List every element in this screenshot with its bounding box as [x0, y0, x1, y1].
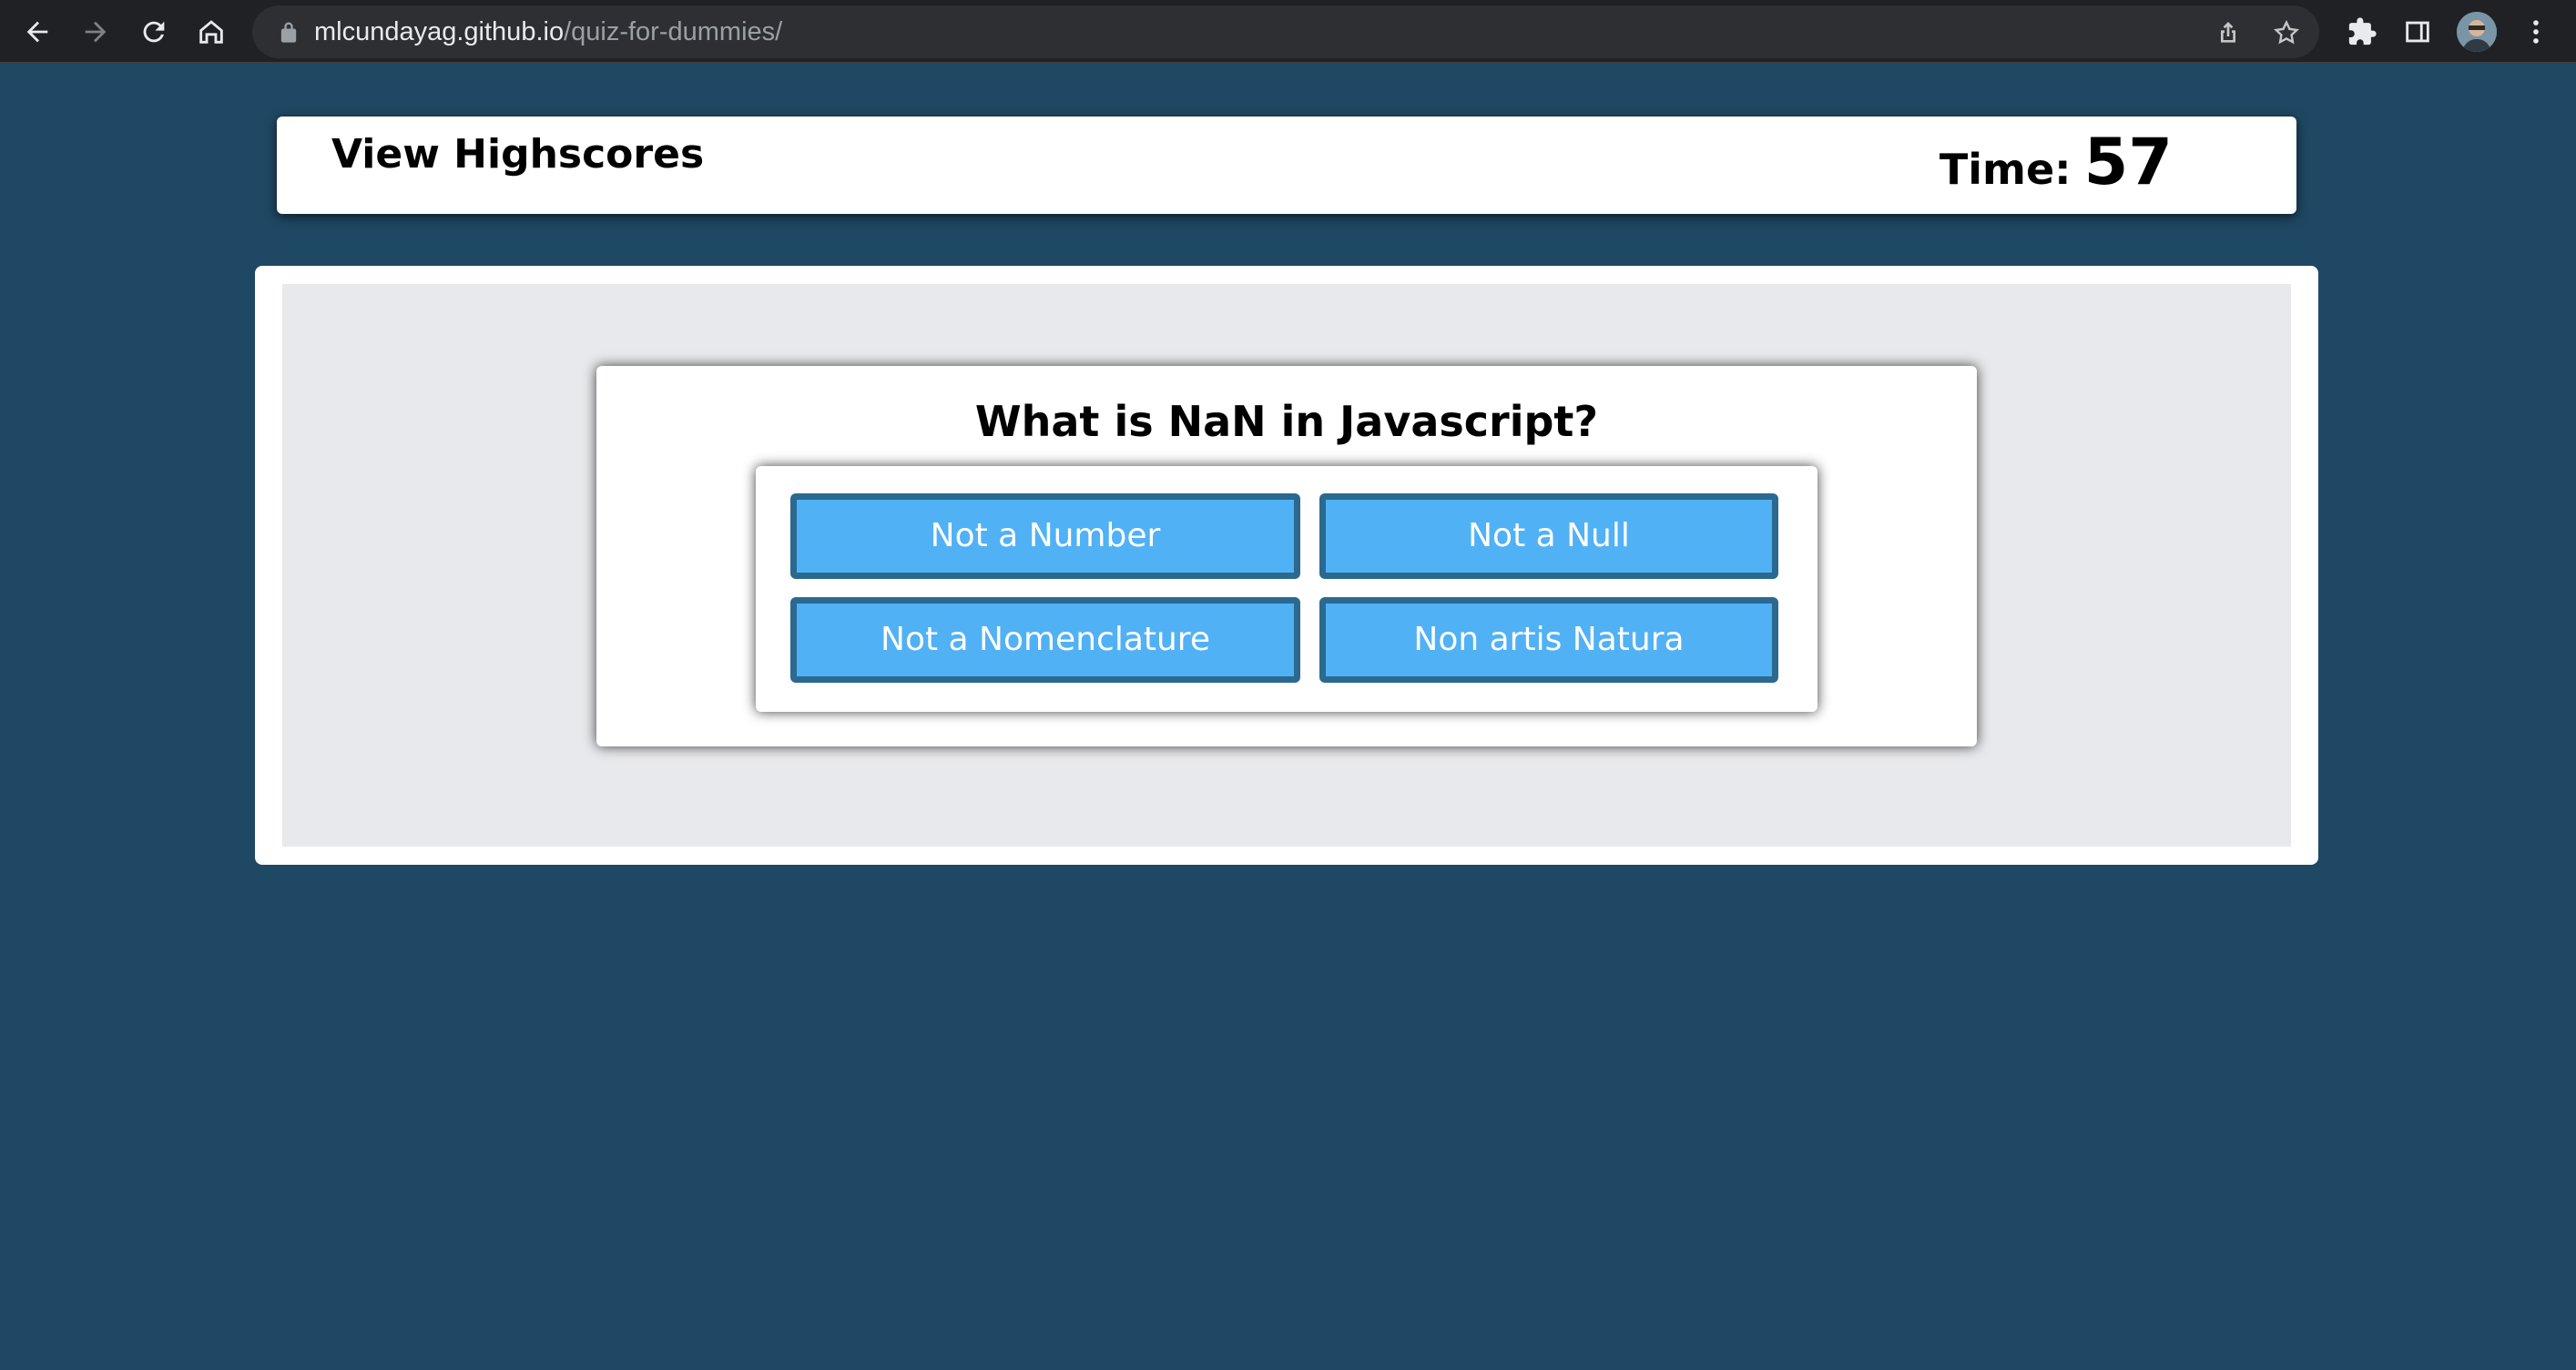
- browser-toolbar: mlcundayag.github.io/quiz-for-dummies/: [0, 0, 2576, 64]
- reload-icon[interactable]: [131, 9, 177, 55]
- url-path: /quiz-for-dummies/: [564, 17, 783, 46]
- answer-button-2[interactable]: Not a Null: [1319, 493, 1778, 579]
- share-icon[interactable]: [2212, 16, 2245, 49]
- back-arrow-icon[interactable]: [15, 9, 60, 55]
- forward-arrow-icon[interactable]: [73, 9, 118, 55]
- question-card: What is NaN in Javascript? Not a Number …: [596, 366, 1977, 746]
- timer-label: Time:: [1939, 145, 2072, 194]
- extensions-puzzle-icon[interactable]: [2343, 13, 2381, 51]
- url-text: mlcundayag.github.io/quiz-for-dummies/: [314, 15, 782, 48]
- question-text: What is NaN in Javascript?: [974, 397, 1599, 446]
- side-panel-icon[interactable]: [2398, 13, 2437, 51]
- answer-button-1[interactable]: Not a Number: [790, 493, 1300, 579]
- url-host: mlcundayag.github.io: [314, 17, 565, 46]
- quiz-header: View Highscores Time: 57: [277, 117, 2296, 214]
- home-icon[interactable]: [188, 9, 234, 55]
- answer-button-3[interactable]: Not a Nomenclature: [790, 597, 1300, 683]
- more-menu-icon[interactable]: [2517, 13, 2555, 51]
- timer: Time: 57: [1940, 129, 2173, 195]
- profile-avatar[interactable]: [2457, 12, 2497, 52]
- view-highscores-link[interactable]: View Highscores: [331, 131, 704, 178]
- answers-panel: Not a Number Not a Null Not a Nomenclatu…: [756, 466, 1817, 712]
- answer-button-4[interactable]: Non artis Natura: [1319, 597, 1778, 683]
- lock-icon: [280, 22, 297, 43]
- bookmark-star-icon[interactable]: [2270, 16, 2303, 49]
- address-bar[interactable]: mlcundayag.github.io/quiz-for-dummies/: [252, 5, 2319, 58]
- timer-value: 57: [2083, 125, 2173, 199]
